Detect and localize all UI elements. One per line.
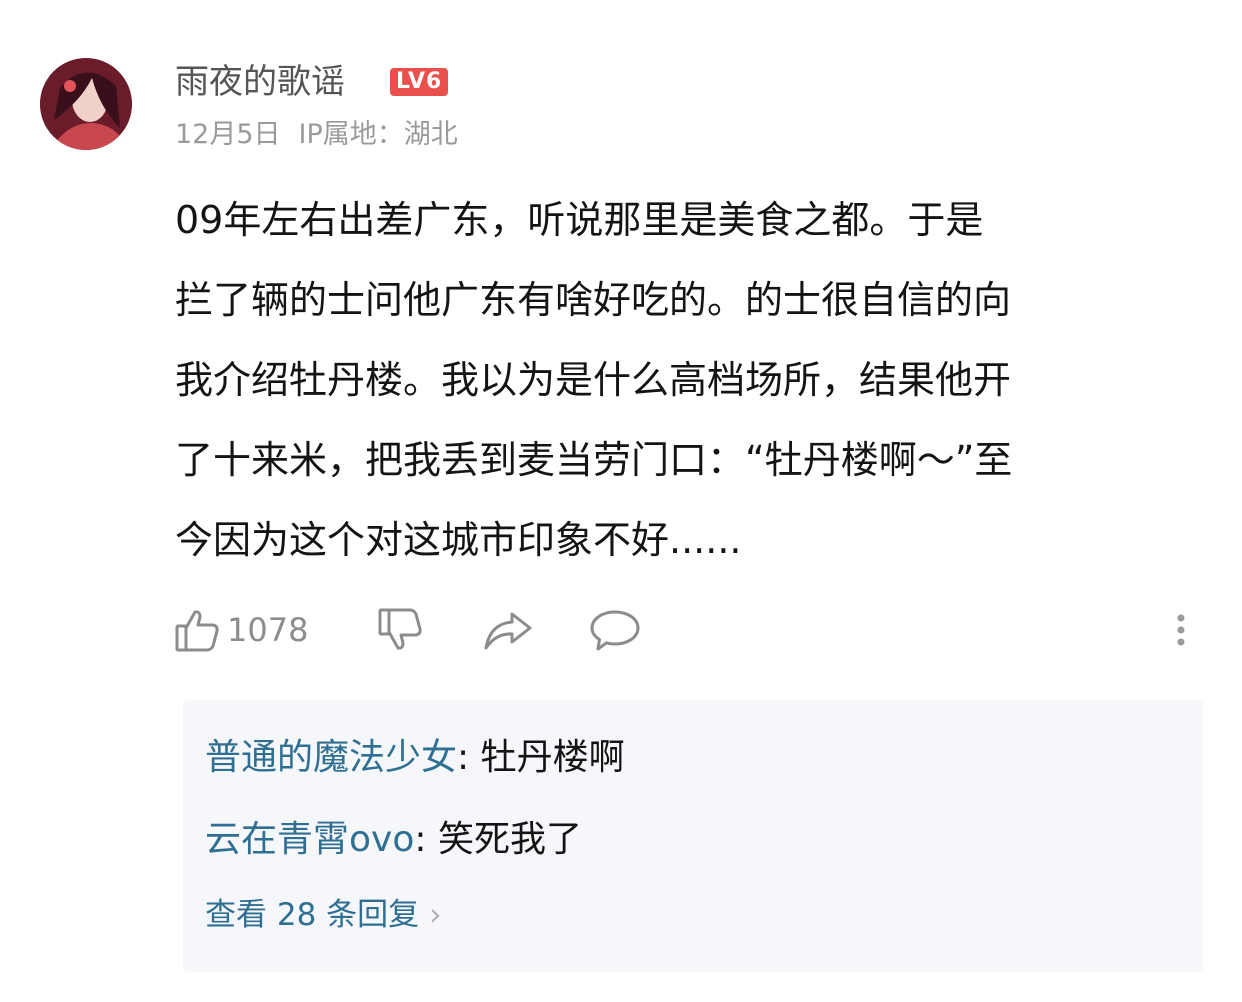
avatar[interactable] — [40, 58, 132, 150]
username[interactable]: 雨夜的歌谣 — [175, 60, 345, 104]
like-button[interactable]: 1078 — [173, 600, 308, 660]
avatar-image — [40, 58, 132, 150]
reply-item[interactable]: 普通的魔法少女: 牡丹楼啊 — [205, 734, 625, 782]
ip-location: IP属地：湖北 — [298, 119, 458, 150]
reply-text: 牡丹楼啊 — [480, 737, 625, 778]
post-date: 12月5日 — [175, 119, 281, 150]
like-count: 1078 — [227, 611, 309, 649]
reply-text: 笑死我了 — [437, 819, 582, 860]
reply-author[interactable]: 普通的魔法少女 — [205, 737, 457, 778]
view-all-replies-label: 查看 28 条回复 — [205, 897, 420, 933]
reply-preview: 普通的魔法少女: 牡丹楼啊 云在青霄ovo: 笑死我了 查看 28 条回复 › — [183, 700, 1203, 972]
thumbs-up-icon — [175, 610, 219, 652]
action-bar: 1078 — [0, 600, 1242, 660]
comment-button[interactable] — [588, 600, 642, 660]
post-content: 09年左右出差广东，听说那里是美食之都。于是 拦了辆的士问他广东有啥好吃的。的士… — [175, 180, 1195, 580]
post-meta: 12月5日 IP属地：湖北 — [175, 116, 458, 154]
view-all-replies-link[interactable]: 查看 28 条回复 › — [205, 893, 442, 937]
content-line: 09年左右出差广东，听说那里是美食之都。于是 — [175, 198, 984, 242]
content-line: 我介绍牡丹楼。我以为是什么高档场所，结果他开 — [175, 358, 1012, 402]
reply-separator: : — [457, 737, 481, 778]
comment-icon — [590, 610, 640, 651]
content-line: 拦了辆的士问他广东有啥好吃的。的士很自信的向 — [175, 278, 1012, 322]
reply-item[interactable]: 云在青霄ovo: 笑死我了 — [205, 816, 582, 864]
level-badge: LV6 — [390, 68, 449, 96]
thumbs-down-icon — [378, 608, 422, 650]
share-button[interactable] — [482, 600, 534, 660]
content-line: 了十来米，把我丢到麦当劳门口：“牡丹楼啊～”至 — [175, 438, 1013, 482]
content-line: 今因为这个对这城市印象不好...... — [175, 518, 742, 562]
more-button[interactable] — [1170, 600, 1192, 660]
reply-separator: : — [414, 819, 438, 860]
more-vertical-icon — [1177, 614, 1185, 646]
share-icon — [484, 612, 532, 650]
reply-author[interactable]: 云在青霄ovo — [205, 819, 414, 860]
chevron-right-icon: › — [429, 897, 442, 933]
dislike-button[interactable] — [376, 600, 424, 660]
